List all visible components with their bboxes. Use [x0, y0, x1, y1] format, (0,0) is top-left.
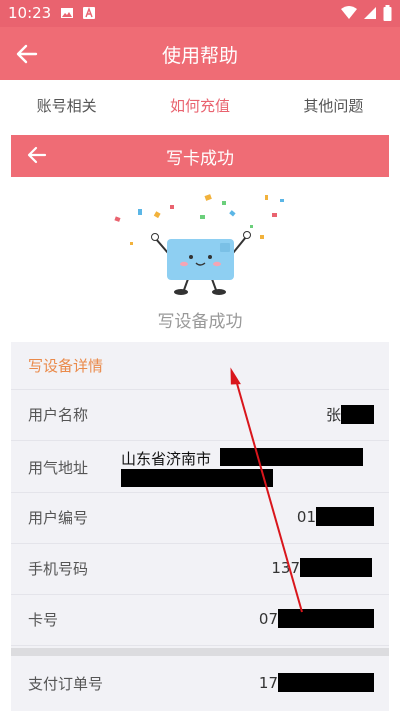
detail-label: 用气地址 [28, 459, 89, 477]
detail-row-card-number: 卡号 07 [11, 595, 389, 646]
detail-row-phone: 手机号码 137 [11, 544, 389, 595]
app-bar: 使用帮助 [0, 27, 400, 80]
detail-row-user-name: 用户名称 张 [11, 390, 389, 441]
status-system-icons [341, 5, 392, 21]
detail-value: 137 [271, 558, 372, 577]
section-divider [11, 648, 389, 656]
redaction-block [278, 609, 374, 628]
help-content: 写卡成功 写设备成功 写设备详情 用户名称 张 用气地址 用户编号 01 手机号… [0, 132, 400, 711]
page-title: 使用帮助 [161, 45, 238, 67]
redaction-block [316, 507, 374, 526]
redaction-block [220, 448, 363, 466]
help-tabs: 账号相关 如何充值 其他问题 [0, 80, 400, 132]
tab-account[interactable]: 账号相关 [0, 80, 133, 132]
details-header: 写设备详情 [11, 342, 389, 390]
success-message: 写设备成功 [157, 312, 243, 332]
detail-value-text: 17 [258, 673, 278, 692]
device-details-card: 写设备详情 用户名称 张 用气地址 用户编号 01 手机号码 137 卡号 07… [11, 342, 389, 711]
detail-value-text: 07 [258, 609, 278, 628]
detail-value: 17 [259, 673, 374, 692]
detail-row-user-number: 用户编号 01 [11, 493, 389, 544]
detail-row-order-number: 支付订单号 17 [11, 656, 389, 711]
battery-icon [383, 5, 392, 21]
status-notification-icons [60, 6, 96, 20]
status-time: 10:23 [8, 4, 52, 22]
image-notification-icon [61, 8, 73, 18]
detail-value-text: 张 [325, 406, 341, 424]
redaction-block [341, 405, 374, 424]
redaction-block [121, 469, 273, 487]
address-value-text: 山东省济南市 [121, 450, 212, 468]
detail-value: 张 [326, 404, 374, 425]
detail-label: 支付订单号 [28, 675, 104, 693]
status-bar: 10:23 [0, 0, 400, 27]
detail-value: 07 [259, 609, 374, 628]
detail-value-text: 01 [296, 507, 316, 526]
tab-other[interactable]: 其他问题 [267, 80, 400, 132]
detail-label: 卡号 [28, 611, 59, 629]
detail-value-text: 137 [271, 558, 300, 577]
app-notification-icon [83, 7, 95, 19]
redaction-block [278, 673, 374, 692]
detail-value: 01 [297, 507, 374, 526]
detail-label: 用户编号 [28, 509, 89, 527]
card-mascot-illustration [114, 194, 284, 295]
inner-screenshot-bar: 写卡成功 [11, 135, 389, 177]
signal-icon [364, 7, 376, 19]
detail-label: 手机号码 [28, 560, 89, 578]
inner-page-title: 写卡成功 [166, 149, 234, 169]
detail-label: 用户名称 [28, 406, 89, 424]
wifi-icon [341, 6, 357, 19]
redaction-block [300, 558, 372, 577]
tab-recharge[interactable]: 如何充值 [133, 80, 266, 132]
